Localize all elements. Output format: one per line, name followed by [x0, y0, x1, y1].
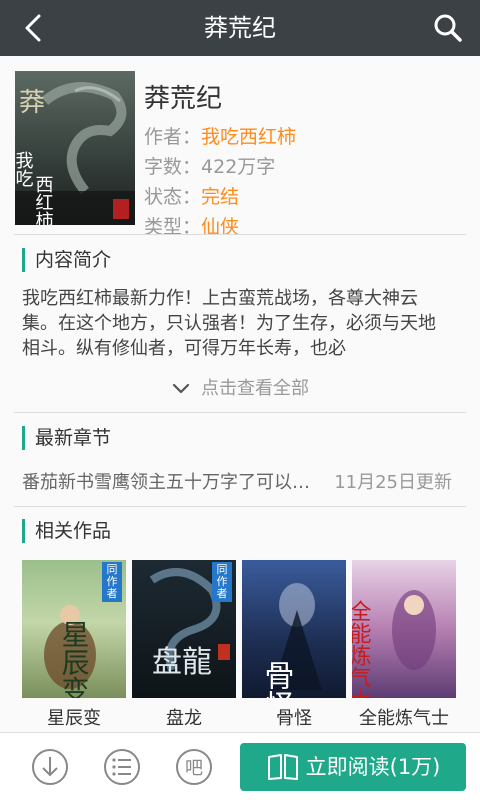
forum-label: 吧 — [185, 758, 203, 779]
work-cover-text: 骨怪 — [259, 660, 295, 698]
related-work-item[interactable]: 盘龍 同作者 盘龙 — [132, 560, 236, 730]
intro-heading: 内容简介 — [22, 248, 111, 272]
book-open-icon — [267, 753, 298, 780]
related-works: 星辰变 同作者 星辰变 盘龍 同作者 盘龙 骨怪 骨怪 全能炼气 全能炼气士 — [22, 560, 462, 730]
search-icon — [434, 14, 462, 42]
latest-heading: 最新章节 — [22, 426, 111, 450]
search-button[interactable] — [428, 8, 468, 48]
related-work-item[interactable]: 全能炼气士 全能炼气士 — [352, 560, 456, 730]
work-cover-text: 盘龍 — [152, 645, 212, 680]
book-title: 莽荒纪 — [144, 84, 223, 114]
chevron-down-icon — [172, 383, 190, 394]
page-title: 莽荒纪 — [204, 14, 276, 42]
related-heading: 相关作品 — [22, 519, 111, 543]
svg-text:我吃: 我吃 — [15, 151, 34, 187]
author-label: 作者： — [144, 126, 202, 148]
divider — [14, 234, 466, 235]
status-row: 状态：完结 — [144, 182, 239, 209]
book-cover[interactable]: 莽 我吃 西红柿 — [15, 71, 135, 225]
forum-button[interactable]: 吧 — [174, 747, 214, 787]
status-label: 状态： — [144, 186, 202, 208]
related-work-item[interactable]: 星辰变 同作者 星辰变 — [22, 560, 126, 730]
catalog-button[interactable] — [102, 747, 142, 787]
work-cover: 星辰变 同作者 — [22, 560, 126, 698]
work-title: 全能炼气士 — [359, 708, 449, 729]
status-value: 完结 — [201, 186, 240, 208]
author-link[interactable]: 我吃西红柿 — [201, 126, 296, 148]
work-cover: 骨怪 — [242, 560, 346, 698]
expand-button[interactable]: 点击查看全部 — [0, 374, 480, 400]
top-bar: 莽荒纪 — [0, 0, 480, 56]
author-row: 作者：我吃西红柿 — [144, 122, 296, 149]
bottom-bar: 吧 立即阅读(1万) — [0, 732, 480, 800]
chapter-updated: 11月25日更新 — [334, 472, 452, 493]
content-area: 莽 我吃 西红柿 莽荒纪 作者：我吃西红柿 字数：422万字 状态：完结 类型：… — [0, 56, 480, 732]
work-cover-text: 全能炼气士 — [352, 600, 372, 698]
divider — [14, 506, 466, 507]
word-count-row: 字数：422万字 — [144, 152, 275, 179]
list-icon — [104, 749, 140, 785]
svg-text:莽: 莽 — [19, 88, 45, 118]
read-now-button[interactable]: 立即阅读(1万) — [240, 743, 466, 791]
work-title: 盘龙 — [166, 708, 202, 729]
work-cover: 全能炼气士 — [352, 560, 456, 698]
same-author-badge: 同作者 — [212, 562, 232, 602]
work-cover: 盘龍 同作者 — [132, 560, 236, 698]
work-cover-text: 星辰变 — [58, 620, 91, 698]
book-cover-art: 莽 我吃 西红柿 — [15, 71, 135, 225]
forum-icon: 吧 — [176, 749, 212, 785]
work-cover-art: 骨怪 — [259, 583, 322, 698]
divider — [14, 412, 466, 413]
work-title: 骨怪 — [276, 708, 312, 729]
read-now-label: 立即阅读(1万) — [305, 755, 441, 779]
related-work-item[interactable]: 骨怪 骨怪 — [242, 560, 346, 730]
svg-text:西红柿: 西红柿 — [33, 175, 54, 225]
book-info: 莽 我吃 西红柿 莽荒纪 作者：我吃西红柿 字数：422万字 状态：完结 类型：… — [14, 70, 466, 238]
expand-label: 点击查看全部 — [201, 378, 309, 399]
work-cover-art: 全能炼气士 — [352, 590, 436, 698]
intro-text: 我吃西红柿最新力作！上古蛮荒战场，各尊大神云集。在这个地方，只认强者！为了生存，… — [22, 288, 436, 359]
chapter-title: 番茄新书雪鹰领主五十万字了可以宰了 — [22, 472, 322, 493]
download-button[interactable] — [30, 747, 70, 787]
work-title: 星辰变 — [47, 708, 101, 729]
download-icon — [32, 749, 68, 785]
word-count: 422万字 — [201, 156, 276, 178]
words-label: 字数： — [144, 156, 202, 178]
same-author-badge: 同作者 — [102, 562, 122, 602]
